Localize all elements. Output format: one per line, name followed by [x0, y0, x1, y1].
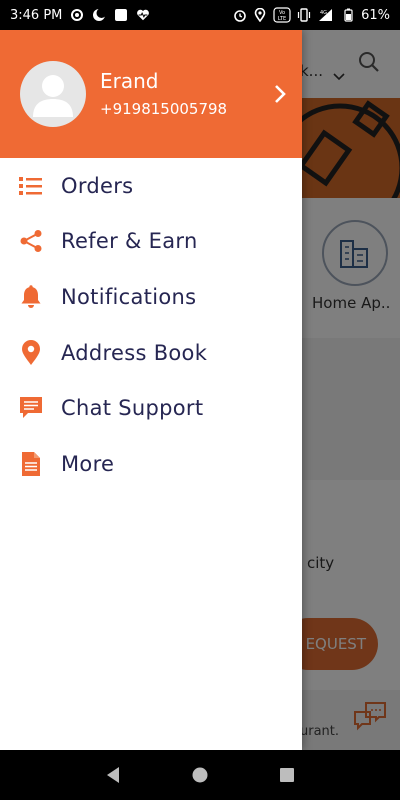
menu-item-chat-support[interactable]: Chat Support [0, 380, 302, 436]
svg-text:LTE: LTE [278, 16, 286, 22]
alarm-icon [233, 8, 247, 22]
menu-item-address-book[interactable]: Address Book [0, 325, 302, 381]
menu-item-orders[interactable]: Orders [0, 158, 302, 214]
map-pin-icon [18, 339, 44, 366]
menu-item-label: Chat Support [61, 396, 204, 421]
volte-icon: Vo LTE [273, 7, 291, 23]
document-icon [18, 451, 44, 477]
drawer-menu: Orders Refer & Earn Notifications Addres… [0, 158, 302, 492]
back-icon[interactable] [103, 765, 123, 785]
chevron-right-icon[interactable] [272, 84, 288, 104]
bell-icon [18, 284, 44, 310]
heart-pulse-icon [136, 8, 150, 22]
status-left: 3:46 PM [10, 8, 150, 23]
home-icon[interactable] [190, 765, 210, 785]
menu-item-label: Notifications [61, 284, 197, 309]
menu-item-notifications[interactable]: Notifications [0, 269, 302, 325]
vibrate-icon [297, 8, 311, 22]
user-name: Erand [100, 69, 159, 93]
share-icon [18, 228, 44, 254]
signal-icon: 4G [317, 8, 335, 22]
status-time: 3:46 PM [10, 7, 63, 23]
system-nav-bar [0, 750, 400, 800]
menu-item-label: Orders [61, 173, 134, 198]
circle-dot-icon [70, 8, 84, 22]
menu-item-label: Address Book [61, 340, 208, 365]
chat-icon [18, 395, 44, 421]
list-icon [18, 173, 44, 199]
recents-icon[interactable] [277, 765, 297, 785]
menu-item-label: Refer & Earn [61, 229, 198, 254]
status-right: Vo LTE 4G 61% [233, 7, 390, 23]
battery-percent: 61% [361, 7, 390, 23]
moon-icon [92, 8, 107, 22]
user-phone: +919815005798 [100, 100, 228, 118]
avatar [20, 61, 86, 127]
menu-item-label: More [61, 451, 115, 476]
svg-text:4G: 4G [320, 10, 327, 16]
battery-icon [341, 8, 355, 22]
drawer-header[interactable]: Erand +919815005798 [0, 30, 302, 158]
square-icon [114, 8, 128, 22]
user-info: Erand +919815005798 [100, 68, 227, 120]
menu-item-more[interactable]: More [0, 436, 302, 492]
menu-item-refer-earn[interactable]: Refer & Earn [0, 214, 302, 270]
location-pin-icon [253, 8, 267, 22]
navigation-drawer: Erand +919815005798 Orders Refer & Earn … [0, 30, 302, 750]
status-bar: 3:46 PM Vo LTE 4G 61% [0, 0, 400, 30]
